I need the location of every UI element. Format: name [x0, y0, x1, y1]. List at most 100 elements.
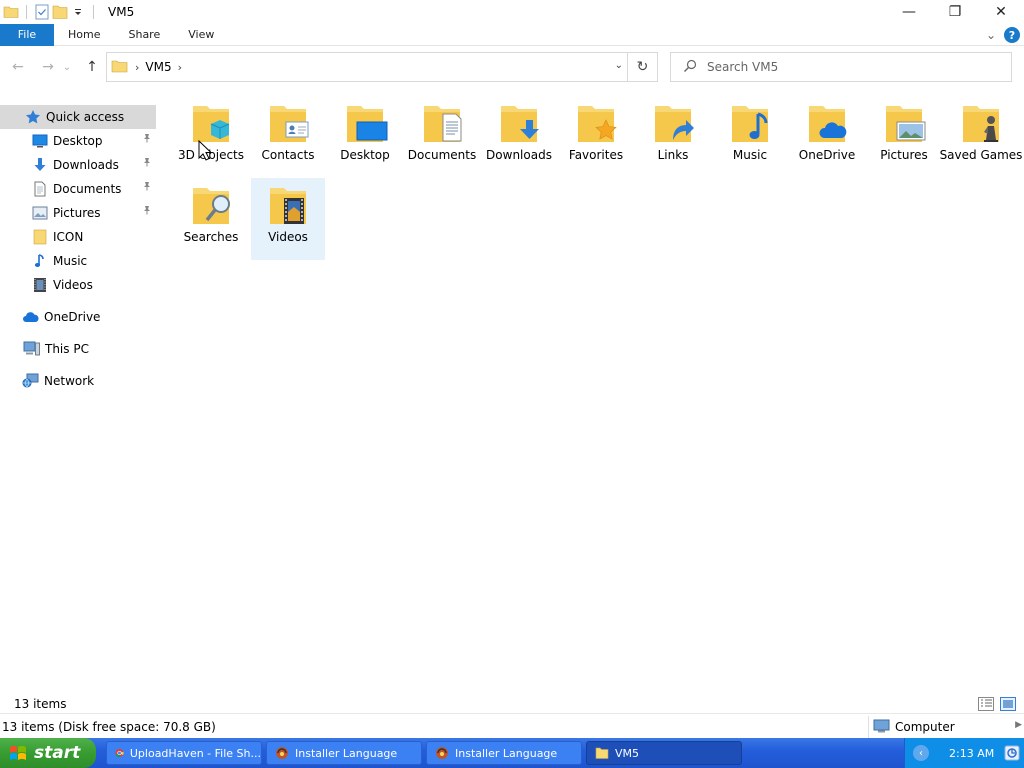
folder-label: Desktop	[340, 148, 390, 162]
breadcrumb-separator[interactable]: ›	[135, 61, 139, 74]
folder-pictures[interactable]: Pictures	[867, 96, 941, 178]
properties-icon[interactable]	[33, 3, 51, 21]
folder-downloads[interactable]: Downloads	[482, 96, 556, 178]
folder-label: Saved Games	[939, 148, 1023, 162]
customize-qat-icon[interactable]	[69, 3, 87, 21]
music-icon	[732, 106, 768, 142]
show-hidden-icons-button[interactable]: ‹	[913, 745, 929, 761]
folder-saved-games[interactable]: Saved Games	[936, 96, 1024, 178]
new-folder-icon[interactable]	[51, 3, 69, 21]
network-icon	[22, 372, 40, 390]
folder-label: Videos	[268, 230, 308, 244]
folder-label: Favorites	[568, 148, 624, 162]
nav-network[interactable]: Network	[0, 369, 156, 393]
nav-music[interactable]: Music	[0, 249, 156, 273]
folder-searches[interactable]: Searches	[174, 178, 248, 260]
window-controls: — ❐ ✕	[886, 0, 1024, 24]
breadcrumb-vm5[interactable]: VM5	[145, 60, 171, 74]
forward-button[interactable]: →	[36, 55, 60, 79]
search-box[interactable]	[670, 52, 1012, 82]
tab-home[interactable]: Home	[54, 24, 114, 46]
up-button[interactable]: ↑	[80, 55, 104, 79]
music-icon	[31, 252, 49, 270]
folder-onedrive[interactable]: OneDrive	[790, 96, 864, 178]
start-label: start	[34, 743, 81, 763]
nav-videos[interactable]: Videos	[0, 273, 156, 297]
desktop-icon	[31, 132, 49, 150]
details-view-icon[interactable]	[978, 697, 994, 711]
contacts-icon	[270, 106, 309, 142]
pin-icon[interactable]	[142, 181, 152, 194]
notification-icon[interactable]	[1004, 745, 1020, 761]
nav-label: Downloads	[53, 158, 119, 172]
videos-icon	[270, 188, 306, 224]
breadcrumb-separator[interactable]: ›	[178, 61, 182, 74]
refresh-button[interactable]: ↻	[627, 53, 657, 81]
folder-favorites[interactable]: Favorites	[559, 96, 633, 178]
nav-documents[interactable]: Documents	[0, 177, 156, 201]
address-row: ← → ⌄ ↑ › VM5 › ⌄ ↻	[0, 50, 1024, 84]
nav-label: Quick access	[46, 110, 125, 124]
ribbon-tabs: File Home Share View ⌄ ?	[0, 23, 1024, 46]
taskbar-item-vm5[interactable]: VM5	[586, 741, 742, 765]
recent-locations-button[interactable]: ⌄	[60, 55, 74, 79]
tab-file[interactable]: File	[0, 23, 54, 46]
folder-3d-objects[interactable]: 3D Objects	[174, 96, 248, 178]
taskbar: start UploadHaven - File Sh... Installer…	[0, 738, 1024, 768]
address-bar[interactable]: › VM5 › ⌄ ↻	[106, 52, 658, 82]
documents-icon	[424, 106, 462, 142]
picture-icon	[31, 204, 49, 222]
folder-documents[interactable]: Documents	[405, 96, 479, 178]
clock[interactable]: 2:13 AM	[949, 747, 994, 760]
nav-this-pc[interactable]: This PC	[0, 337, 156, 361]
nav-quick-access[interactable]: Quick access	[0, 105, 156, 129]
pin-icon[interactable]	[142, 157, 152, 170]
taskbar-item-installer-language-1[interactable]: Installer Language	[266, 741, 422, 765]
task-label: Installer Language	[295, 746, 398, 760]
favorites-icon	[578, 106, 617, 142]
nav-icon-folder[interactable]: ICON	[0, 225, 156, 249]
qat-separator	[93, 5, 94, 19]
folder-label: Pictures	[880, 148, 928, 162]
folder-links[interactable]: Links	[636, 96, 710, 178]
folder-videos[interactable]: Videos	[251, 178, 325, 260]
nav-label: This PC	[45, 342, 89, 356]
folder-label: Searches	[183, 230, 239, 244]
large-icons-view-icon[interactable]	[1000, 697, 1016, 711]
nav-downloads[interactable]: Downloads	[0, 153, 156, 177]
folder-label: Links	[657, 148, 689, 162]
folder-desktop[interactable]: Desktop	[328, 96, 402, 178]
address-dropdown-button[interactable]: ⌄	[615, 60, 623, 71]
taskbar-item-uploadhaven[interactable]: UploadHaven - File Sh...	[106, 741, 262, 765]
start-button[interactable]: start	[0, 738, 96, 768]
scroll-right-icon[interactable]: ▶	[1015, 720, 1022, 730]
tab-view[interactable]: View	[174, 24, 228, 46]
pictures-icon	[886, 106, 926, 142]
nav-desktop[interactable]: Desktop	[0, 129, 156, 153]
taskbar-item-installer-language-2[interactable]: Installer Language	[426, 741, 582, 765]
task-label: UploadHaven - File Sh...	[129, 746, 261, 760]
nav-label: Documents	[53, 182, 122, 196]
explorer-window: VM5 — ❐ ✕ File Home Share View ⌄ ? ← → ⌄…	[0, 0, 1024, 768]
task-label: VM5	[615, 746, 640, 760]
folder-label: Documents	[407, 148, 477, 162]
tab-share[interactable]: Share	[114, 24, 174, 46]
help-icon[interactable]: ?	[1004, 27, 1020, 43]
pin-icon[interactable]	[142, 133, 152, 146]
minimize-button[interactable]: —	[886, 0, 932, 24]
disk-space-text: 13 items (Disk free space: 70.8 GB)	[2, 720, 216, 734]
folder-icon	[31, 228, 49, 246]
status-bar: 13 items	[0, 694, 1024, 714]
nav-onedrive[interactable]: OneDrive	[0, 305, 156, 329]
restore-button[interactable]: ❐	[932, 0, 978, 24]
pin-icon[interactable]	[142, 205, 152, 218]
folder-contacts[interactable]: Contacts	[251, 96, 325, 178]
download-icon	[31, 156, 49, 174]
folder-music[interactable]: Music	[713, 96, 787, 178]
search-input[interactable]	[707, 60, 987, 74]
back-button[interactable]: ←	[6, 55, 30, 79]
nav-pictures[interactable]: Pictures	[0, 201, 156, 225]
close-button[interactable]: ✕	[978, 0, 1024, 24]
expand-ribbon-icon[interactable]: ⌄	[986, 28, 996, 42]
nav-label: Network	[44, 374, 95, 388]
